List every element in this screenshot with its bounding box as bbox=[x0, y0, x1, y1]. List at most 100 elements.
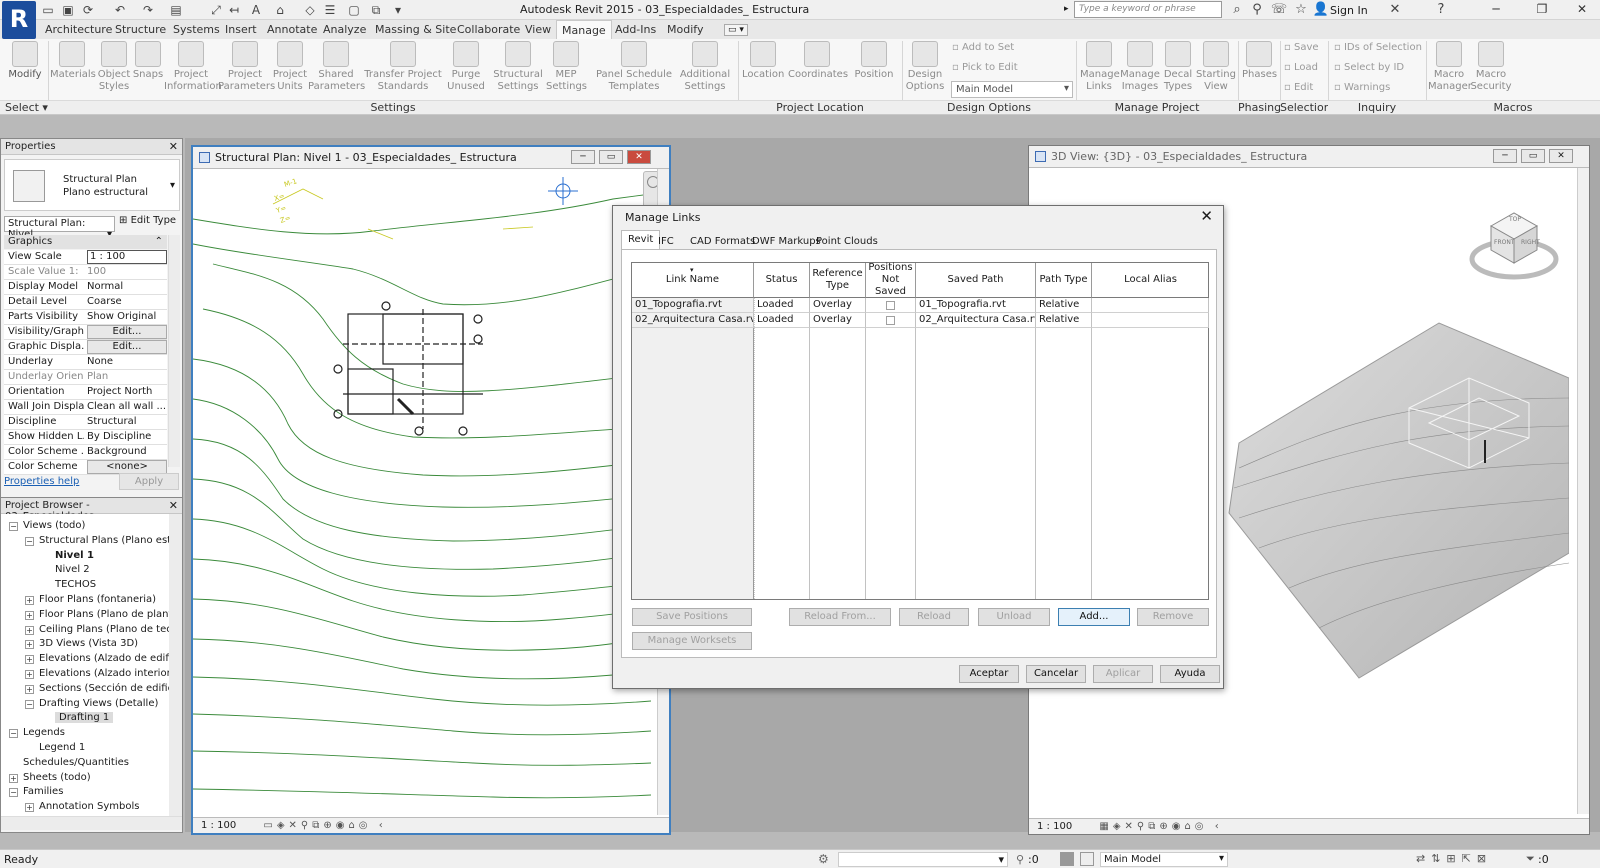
close-hidden-icon[interactable]: ▢ bbox=[346, 2, 362, 18]
sign-in-link[interactable]: Sign In bbox=[1330, 4, 1368, 17]
help-icon[interactable]: ? bbox=[1432, 2, 1450, 17]
property-row[interactable]: Show Hidden L... By Discipline bbox=[4, 430, 167, 445]
search-input[interactable]: Type a keyword or phrase bbox=[1074, 1, 1222, 18]
tree-toggle-icon[interactable]: + bbox=[25, 610, 34, 620]
macro-manager-button[interactable]: Macro Manager bbox=[1428, 41, 1472, 99]
remove-button[interactable]: Remove bbox=[1137, 608, 1209, 626]
positions-checkbox[interactable] bbox=[886, 316, 895, 325]
property-row[interactable]: Color Scheme ... Background bbox=[4, 445, 167, 460]
positions-checkbox[interactable] bbox=[886, 301, 895, 310]
tab-architecture[interactable]: Architecture bbox=[40, 22, 117, 37]
property-value[interactable]: Clean all wall ... bbox=[87, 401, 167, 412]
filter-icon[interactable]: ⏷ bbox=[1526, 852, 1535, 866]
3d-vscrollbar[interactable] bbox=[1577, 168, 1589, 814]
property-row[interactable]: Display Model Normal bbox=[4, 280, 167, 295]
tree-item[interactable]: Elevations (Alzado de edificio bbox=[39, 653, 169, 664]
tab-systems[interactable]: Systems bbox=[168, 22, 225, 37]
decal-types-button[interactable]: Decal Types bbox=[1162, 41, 1194, 99]
manage-links-button[interactable]: Manage Links bbox=[1080, 41, 1120, 99]
selection-save-button[interactable]: Save bbox=[1284, 42, 1319, 53]
ok-button[interactable]: Aceptar bbox=[959, 665, 1019, 683]
reload-button[interactable]: Reload bbox=[899, 608, 969, 626]
transfer-project-standards-button[interactable]: Transfer Project Standards bbox=[364, 41, 442, 99]
col-positions-not-saved[interactable]: Positions Not Saved bbox=[866, 262, 916, 298]
table-cell[interactable]: Loaded bbox=[754, 298, 810, 313]
close-icon[interactable]: ✕ bbox=[1568, 1, 1596, 18]
tab-insert[interactable]: Insert bbox=[220, 22, 262, 37]
tab-add-ins[interactable]: Add-Ins bbox=[610, 22, 661, 37]
table-cell[interactable]: 01_Topografia.rvt bbox=[916, 298, 1036, 313]
table-cell[interactable]: 02_Arquitectura Casa.rvt bbox=[916, 313, 1036, 328]
additional-settings-button[interactable]: Additional Settings bbox=[678, 41, 732, 99]
tree-item[interactable]: 3D Views (Vista 3D) bbox=[39, 638, 138, 649]
unload-button[interactable]: Unload bbox=[978, 608, 1050, 626]
selection-edit-button[interactable]: Edit bbox=[1284, 82, 1313, 93]
favorites-icon[interactable]: ☆ bbox=[1292, 2, 1310, 17]
property-row[interactable]: Underlay None bbox=[4, 355, 167, 370]
close-icon[interactable]: ✕ bbox=[1549, 149, 1573, 163]
save-positions-button[interactable]: Save Positions bbox=[632, 608, 752, 626]
properties-scrollbar[interactable] bbox=[168, 235, 180, 467]
view-control-icons[interactable]: ▦◈✕⚲⧉⊕◉⌂◎ ‹ bbox=[1099, 821, 1222, 832]
col-path-type[interactable]: Path Type bbox=[1036, 263, 1092, 298]
tree-item[interactable]: Ceiling Plans (Plano de techo bbox=[39, 624, 169, 635]
property-row[interactable]: Graphic Displa... Edit... bbox=[4, 340, 167, 355]
reload-from-button[interactable]: Reload From... bbox=[789, 608, 891, 626]
tree-item[interactable]: Nivel 1 bbox=[55, 550, 94, 561]
ids-of-selection-button[interactable]: IDs of Selection bbox=[1334, 42, 1422, 53]
user-icon[interactable]: 👤 bbox=[1312, 2, 1330, 17]
tree-item[interactable]: Families bbox=[23, 786, 63, 797]
tree-item[interactable]: Drafting Views (Detalle) bbox=[39, 698, 158, 709]
object-styles-button[interactable]: Object Styles bbox=[96, 41, 132, 99]
tree-item[interactable]: Nivel 2 bbox=[55, 564, 90, 575]
property-value[interactable]: <none> bbox=[87, 460, 167, 474]
save-icon[interactable]: ▣ bbox=[60, 2, 76, 18]
table-cell[interactable]: Overlay bbox=[810, 298, 866, 313]
exchange-apps-icon[interactable]: ✕ bbox=[1386, 2, 1404, 17]
apply-button[interactable]: Apply bbox=[119, 473, 179, 490]
property-value[interactable]: Edit... bbox=[87, 340, 167, 354]
manage-images-button[interactable]: Manage Images bbox=[1120, 41, 1160, 99]
select-by-id-button[interactable]: Select by ID bbox=[1334, 62, 1404, 73]
browser-scrollbar[interactable] bbox=[169, 514, 182, 816]
communication-icon[interactable]: ☏ bbox=[1270, 2, 1288, 17]
macro-security-button[interactable]: Macro Security bbox=[1470, 41, 1512, 99]
revit-logo[interactable]: R bbox=[2, 1, 36, 39]
cancel-button[interactable]: Cancelar bbox=[1026, 665, 1086, 683]
tree-toggle-icon[interactable]: + bbox=[25, 655, 34, 665]
tree-item[interactable]: TECHOS bbox=[55, 579, 96, 590]
shared-parameters-button[interactable]: Shared Parameters bbox=[308, 41, 365, 99]
close-icon[interactable]: ✕ bbox=[1200, 207, 1213, 225]
col-reference-type[interactable]: Reference Type bbox=[810, 263, 866, 298]
property-row[interactable]: Visibility/Graph...Edit... bbox=[4, 325, 167, 340]
table-cell[interactable]: 01_Topografia.rvt bbox=[632, 298, 754, 313]
open-icon[interactable]: ▭ bbox=[40, 2, 56, 18]
coordinates-button[interactable]: Coordinates bbox=[788, 41, 848, 99]
col-link-name[interactable]: Link Name ▾ bbox=[632, 263, 754, 298]
table-cell[interactable] bbox=[1092, 313, 1209, 328]
restore-icon[interactable]: ❐ bbox=[1528, 1, 1556, 18]
property-value[interactable]: By Discipline bbox=[87, 431, 167, 442]
pick-to-edit-button[interactable]: Pick to Edit bbox=[952, 62, 1018, 73]
type-selector[interactable]: Structural Plan Plano estructural ▾ bbox=[4, 159, 180, 211]
browser-hscrollbar[interactable] bbox=[1, 816, 182, 830]
minimize-icon[interactable]: ─ bbox=[571, 150, 595, 164]
panel-schedule-templates-button[interactable]: Panel Schedule Templates bbox=[592, 41, 676, 99]
purge-unused-button[interactable]: Purge Unused bbox=[444, 41, 488, 99]
qat-dropdown-icon[interactable]: ▾ bbox=[390, 2, 406, 18]
tab-structure[interactable]: Structure bbox=[110, 22, 171, 37]
edit-type-button[interactable]: ⊞ Edit Type bbox=[119, 215, 176, 226]
property-row[interactable]: Underlay Orien...Plan bbox=[4, 370, 167, 385]
text-icon[interactable]: A bbox=[248, 2, 264, 18]
modify-button[interactable]: Modify bbox=[4, 41, 46, 99]
tree-toggle-icon[interactable]: − bbox=[25, 699, 34, 709]
col-status[interactable]: Status bbox=[754, 263, 810, 298]
tab-massing-site[interactable]: Massing & Site bbox=[370, 22, 461, 37]
minimize-icon[interactable]: ─ bbox=[1482, 1, 1510, 18]
workset-select[interactable]: ▾ bbox=[838, 852, 1008, 867]
table-cell[interactable]: Overlay bbox=[810, 313, 866, 328]
property-row[interactable]: Wall Join Display Clean all wall ... bbox=[4, 400, 167, 415]
exclude-options-icon[interactable] bbox=[1080, 852, 1094, 866]
tree-toggle-icon[interactable]: + bbox=[25, 684, 34, 694]
tab-modify[interactable]: Modify bbox=[662, 22, 708, 37]
